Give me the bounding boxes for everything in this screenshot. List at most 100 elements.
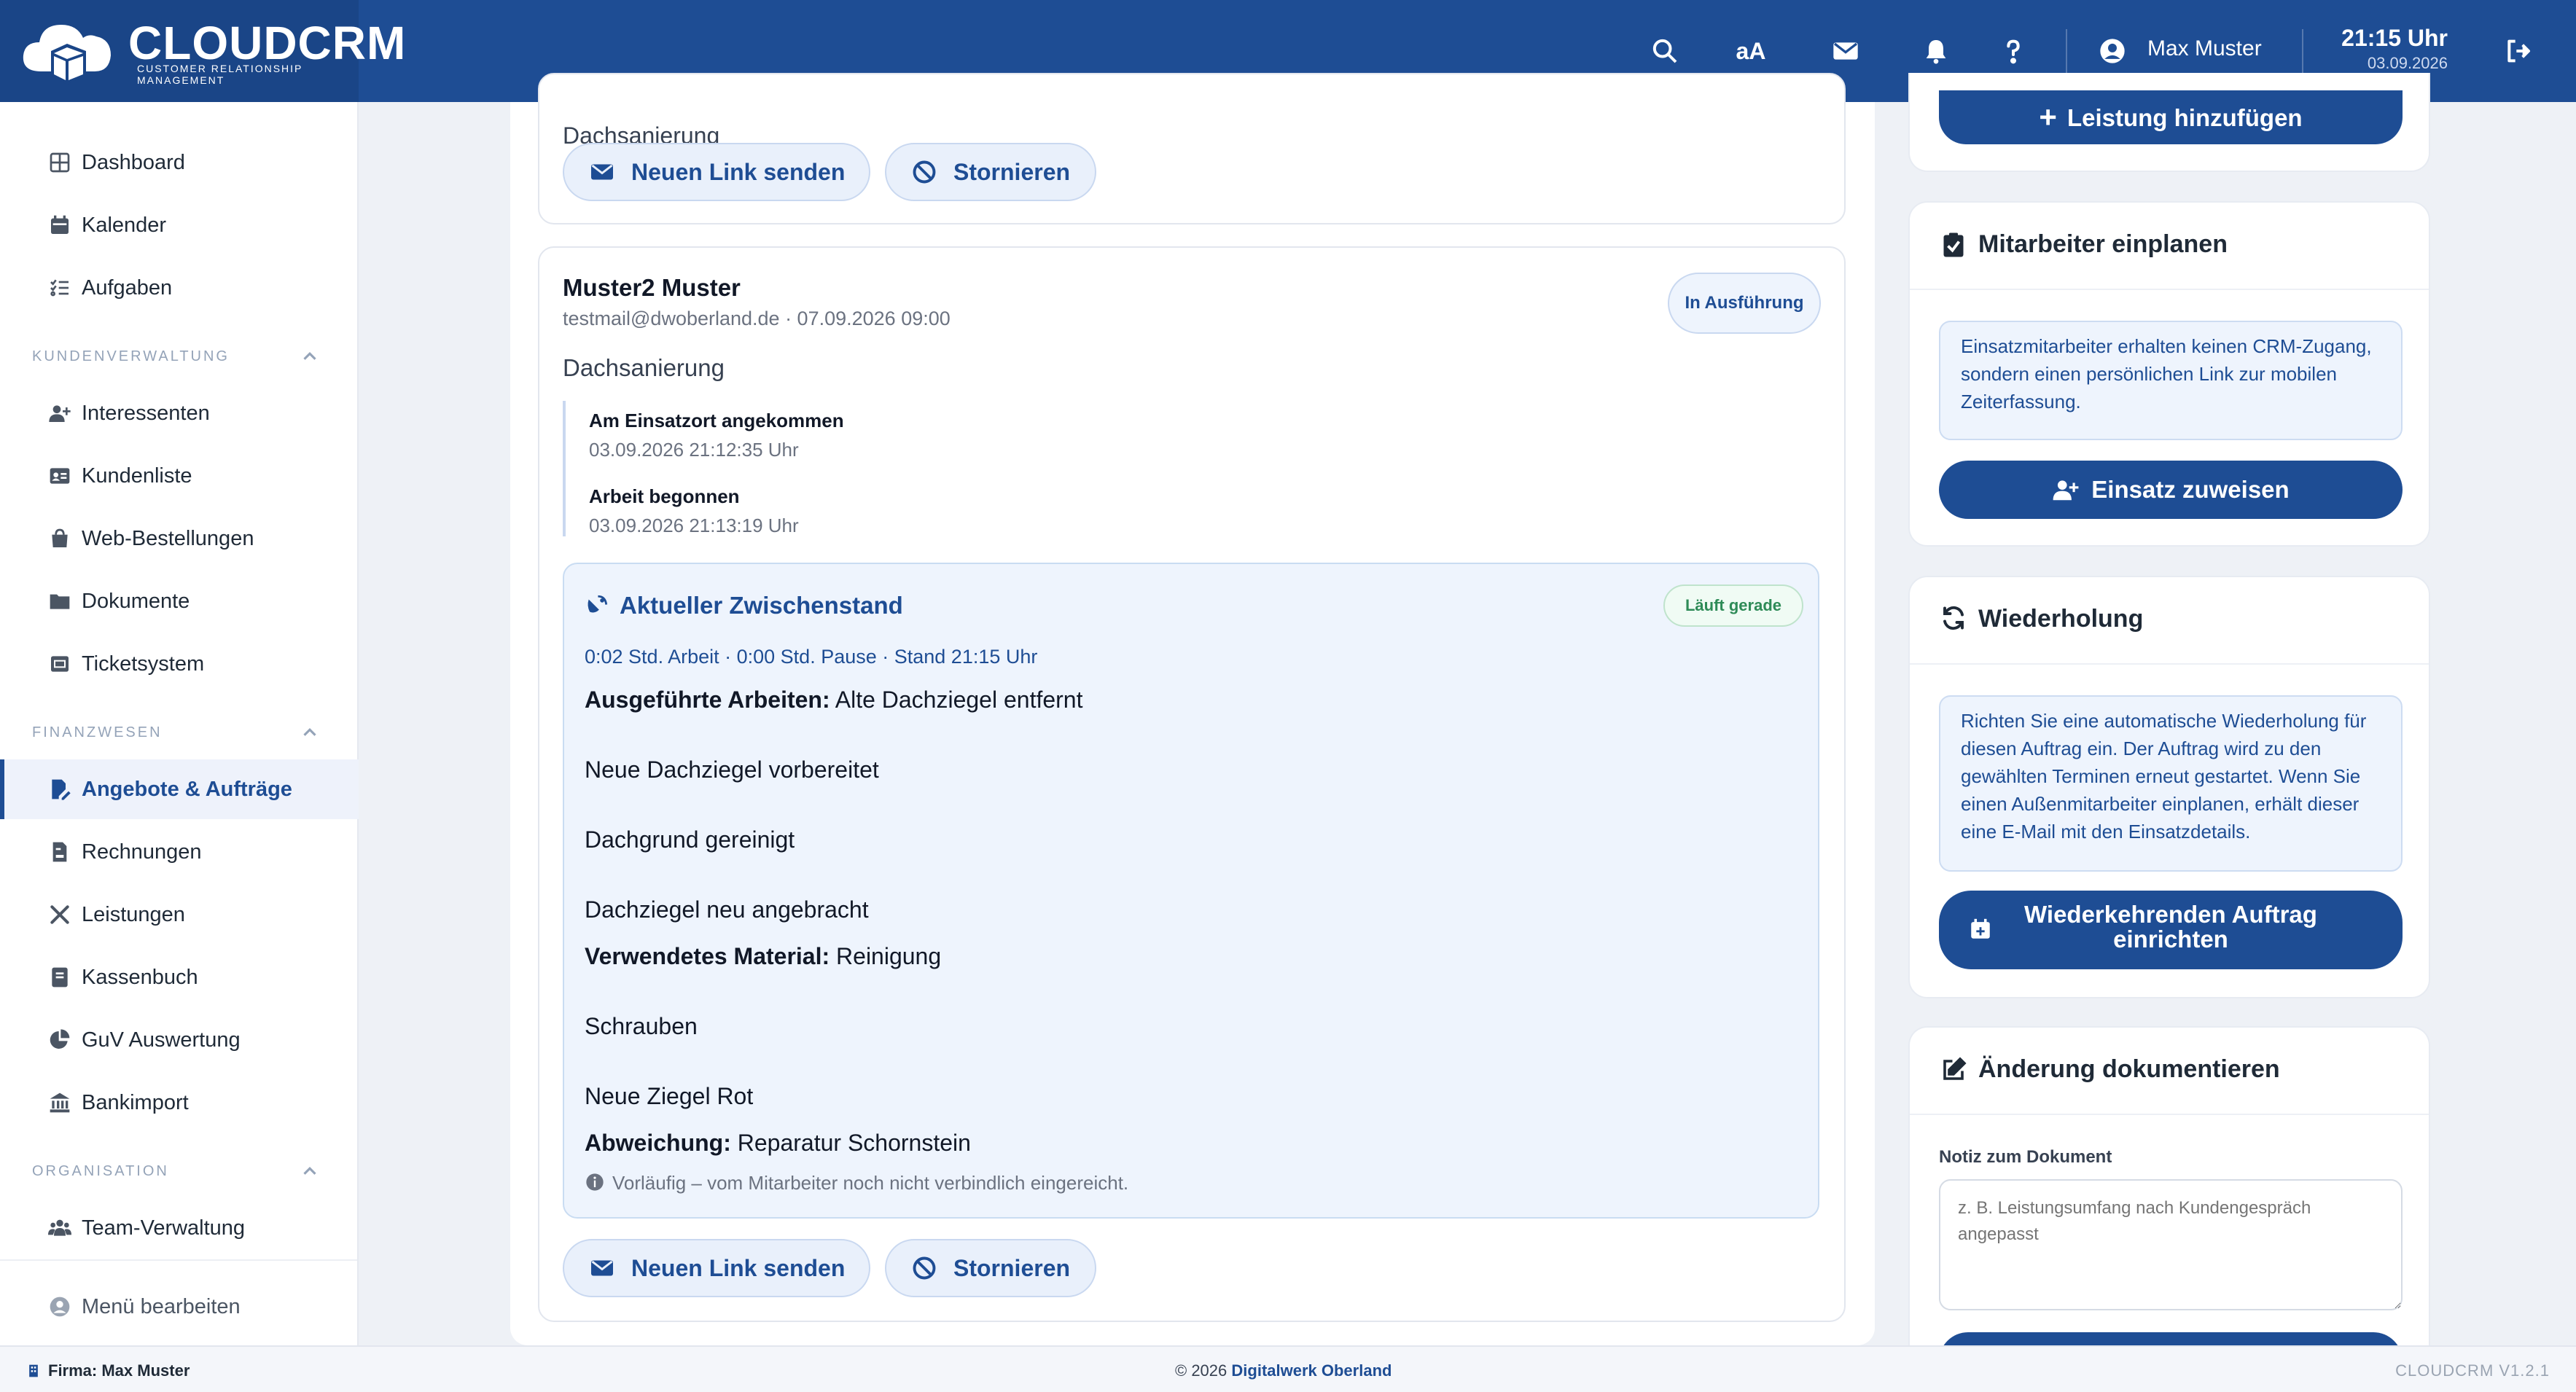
help-icon[interactable]	[1993, 31, 2034, 71]
sidebar-item-bankimport[interactable]: Bankimport	[0, 1073, 359, 1133]
sidebar-item-angebote-auftraege[interactable]: Angebote & Aufträge	[0, 759, 359, 819]
card-divider	[1910, 663, 2429, 665]
staff-title: Mitarbeiter einplanen	[1978, 230, 2228, 258]
id-card-icon	[47, 463, 73, 489]
footer-copyright: © 2026 Digitalwerk Oberland	[1175, 1361, 1392, 1380]
chevron-up-icon[interactable]	[299, 1160, 321, 1182]
sidebar-item-kundenliste[interactable]: Kundenliste	[0, 446, 359, 506]
sidebar-item-label: Ticketsystem	[82, 652, 205, 676]
clipboard-check-icon	[1943, 232, 1964, 257]
deviation-text: Reparatur Schornstein	[737, 1130, 971, 1156]
brand-area[interactable]: CLOUDCRM CUSTOMER RELATIONSHIP MANAGEMEN…	[0, 0, 405, 102]
user-name[interactable]: Max Muster	[2147, 36, 2262, 61]
sidebar-item-label: Kundenliste	[82, 464, 192, 488]
sidebar-item-interessenten[interactable]: Interessenten	[0, 383, 359, 443]
assign-staff-button[interactable]: Einsatz zuweisen	[1939, 461, 2403, 519]
sidebar-item-rechnungen[interactable]: Rechnungen	[0, 822, 359, 882]
job-card-previous: Dachsanierung Neuen Link senden Stornier…	[538, 73, 1846, 224]
work-label: Ausgeführte Arbeiten:	[585, 687, 830, 713]
logout-icon[interactable]	[2497, 31, 2538, 71]
work-line: Alte Dachziegel entfernt	[835, 687, 1083, 713]
timeline-title: Arbeit begonnen	[589, 485, 740, 507]
font-size-toggle[interactable]: aA	[1730, 31, 1771, 71]
sidebar-item-kalender[interactable]: Kalender	[0, 195, 359, 255]
sidebar-item-dashboard[interactable]: Dashboard	[0, 133, 359, 192]
doc-change-card: Änderung dokumentieren Notiz zum Dokumen…	[1908, 1026, 2430, 1361]
repeat-info: Richten Sie eine automatische Wiederholu…	[1939, 695, 2403, 872]
edit-menu-button[interactable]: Menü bearbeiten	[0, 1277, 359, 1337]
send-link-button[interactable]: Neuen Link senden	[563, 1239, 870, 1297]
sidebar-divider	[0, 1259, 357, 1261]
send-link-button[interactable]: Neuen Link senden	[563, 143, 870, 201]
footer-firm: Firma: Max Muster	[26, 1361, 190, 1380]
repeat-card: Wiederholung Richten Sie eine automatisc…	[1908, 576, 2430, 998]
book-icon	[47, 964, 73, 990]
cloud-box-logo-icon	[23, 25, 111, 85]
footer-firm-label: Firma: Max Muster	[48, 1361, 190, 1380]
sidebar-item-label: Web-Bestellungen	[82, 526, 254, 550]
copyright-text: © 2026	[1175, 1361, 1227, 1380]
font-size-icon: aA	[1736, 37, 1766, 64]
sidebar-item-label: Leistungen	[82, 902, 185, 926]
plus-icon: +	[2039, 100, 2057, 134]
cancel-label: Stornieren	[953, 1254, 1071, 1281]
ticket-icon	[47, 651, 73, 677]
material-line: Neue Ziegel Rot	[585, 1083, 754, 1109]
sidebar-item-leistungen[interactable]: Leistungen	[0, 885, 359, 945]
sidebar-item-ticketsystem[interactable]: Ticketsystem	[0, 634, 359, 694]
sidebar-item-team-verwaltung[interactable]: Team-Verwaltung	[0, 1198, 359, 1258]
job-customer-name: Muster2 Muster	[563, 274, 741, 301]
add-service-button[interactable]: + Leistung hinzufügen	[1939, 90, 2403, 144]
sidebar-item-web-bestellungen[interactable]: Web-Bestellungen	[0, 509, 359, 568]
chevron-up-icon[interactable]	[299, 722, 321, 743]
cancel-button[interactable]: Stornieren	[885, 1239, 1096, 1297]
section-header-finanzwesen: FINANZWESEN	[32, 724, 163, 740]
clock-time: 21:15 Uhr	[2341, 25, 2448, 51]
services-card: + Leistung hinzufügen	[1908, 73, 2430, 172]
running-badge: Läuft gerade	[1663, 584, 1803, 627]
brand-tagline: CUSTOMER RELATIONSHIP MANAGEMENT	[137, 63, 303, 86]
sidebar-item-guv-auswertung[interactable]: GuV Auswertung	[0, 1010, 359, 1070]
sidebar-item-label: Team-Verwaltung	[82, 1216, 246, 1240]
staff-card: Mitarbeiter einplanen Einsatzmitarbeiter…	[1908, 201, 2430, 547]
user-circle-icon	[47, 1294, 73, 1320]
shopping-bag-icon	[47, 525, 73, 552]
provisional-note: Vorläufig – vom Mitarbeiter noch nicht v…	[612, 1172, 1129, 1194]
file-signature-icon	[47, 776, 73, 802]
sidebar-item-dokumente[interactable]: Dokumente	[0, 571, 359, 631]
cancel-button[interactable]: Stornieren	[885, 143, 1096, 201]
brand-name: CLOUDCRM	[128, 17, 407, 69]
note-label: Notiz zum Dokument	[1939, 1147, 2112, 1167]
mail-icon[interactable]	[1825, 31, 1866, 71]
sidebar-item-label: Interessenten	[82, 401, 210, 425]
progress-box: Aktueller Zwischenstand Läuft gerade 0:0…	[563, 563, 1819, 1219]
setup-recurring-button[interactable]: Wiederkehrenden Auftrag einrichten	[1939, 891, 2403, 969]
send-link-label: Neuen Link senden	[631, 158, 846, 185]
progress-stats: 0:02 Std. Arbeit · 0:00 Std. Pause · Sta…	[585, 646, 1038, 668]
section-header-organisation: ORGANISATION	[32, 1163, 169, 1179]
sidebar-item-label: Kassenbuch	[82, 965, 198, 989]
company-link[interactable]: Digitalwerk Oberland	[1231, 1361, 1392, 1380]
timeline-time: 03.09.2026 21:13:19 Uhr	[589, 515, 799, 536]
user-icon[interactable]	[2092, 31, 2133, 71]
job-service: Dachsanierung	[563, 354, 725, 381]
building-icon	[29, 1364, 38, 1377]
search-icon[interactable]	[1644, 31, 1685, 71]
clock-date: 03.09.2026	[2367, 54, 2448, 72]
material-line: Schrauben	[585, 1013, 698, 1039]
info-icon	[586, 1173, 604, 1191]
sidebar-item-aufgaben[interactable]: Aufgaben	[0, 258, 359, 318]
sidebar-item-label: Angebote & Aufträge	[82, 777, 292, 801]
user-plus-icon	[2053, 480, 2079, 501]
note-textarea[interactable]	[1939, 1179, 2403, 1310]
repeat-title: Wiederholung	[1978, 605, 2144, 633]
doc-change-title: Änderung dokumentieren	[1978, 1055, 2280, 1083]
sidebar-item-kassenbuch[interactable]: Kassenbuch	[0, 947, 359, 1007]
add-service-label: Leistung hinzufügen	[2066, 104, 2303, 131]
sidebar-item-label: GuV Auswertung	[82, 1028, 241, 1052]
envelope-icon	[591, 164, 613, 180]
chevron-up-icon[interactable]	[299, 345, 321, 367]
job-card: Muster2 Muster testmail@dwoberland.de · …	[538, 246, 1846, 1322]
sidebar: Dashboard Kalender Aufgaben KUNDENVERWAL…	[0, 102, 359, 1345]
bell-icon[interactable]	[1916, 31, 1956, 71]
